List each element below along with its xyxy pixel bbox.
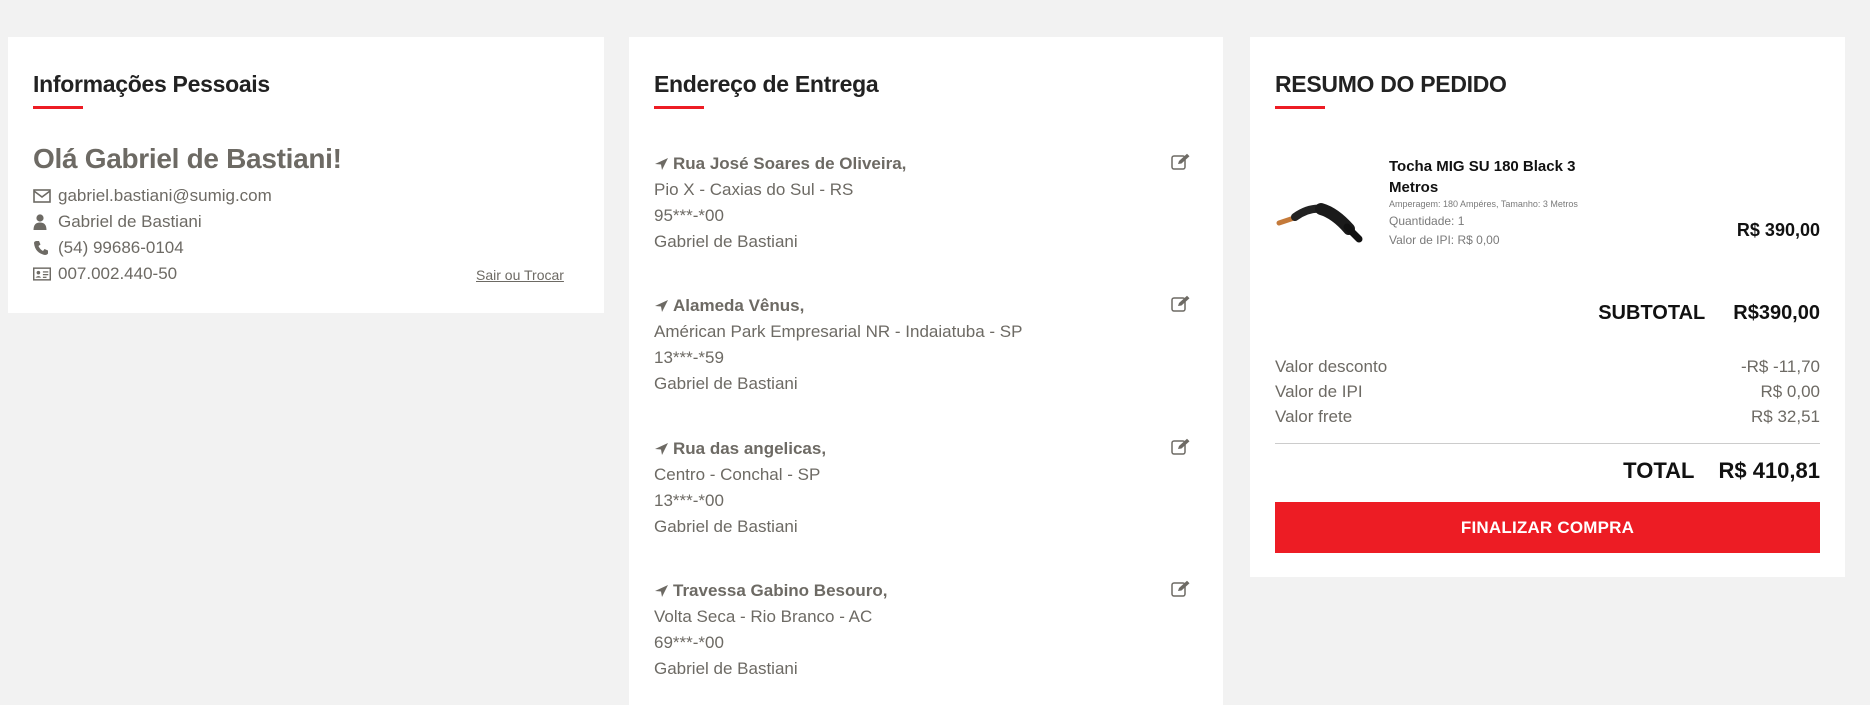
product-image — [1276, 203, 1363, 243]
address-zip: 13***-*00 — [654, 491, 724, 510]
location-arrow-icon — [655, 585, 668, 597]
product-quantity: Quantidade: 1 — [1389, 214, 1465, 228]
document-text: 007.002.440-50 — [58, 264, 178, 283]
title-underline — [33, 106, 83, 109]
address-district: Pio X - Caxias do Sul - RS — [654, 180, 854, 199]
fee-label: Valor frete — [1275, 407, 1353, 426]
phone-row: (54) 99686-0104 — [33, 238, 184, 258]
address-zip: 13***-*59 — [654, 348, 724, 367]
address-recipient: Gabriel de Bastiani — [654, 517, 798, 536]
edit-icon[interactable] — [1171, 580, 1191, 598]
address-street: Travessa Gabino Besouro, — [673, 581, 888, 600]
location-arrow-icon — [655, 300, 668, 312]
location-arrow-icon — [655, 158, 668, 170]
divider — [1275, 443, 1820, 444]
subtotal-label: SUBTOTAL — [1598, 302, 1706, 324]
user-icon — [33, 214, 53, 230]
address-district: Américan Park Empresarial NR - Indaiatub… — [654, 322, 1023, 341]
product-spec: Amperagem: 180 Ampéres, Tamanho: 3 Metro… — [1389, 199, 1578, 209]
edit-icon[interactable] — [1171, 295, 1191, 313]
order-summary-title: RESUMO DO PEDIDO — [1275, 71, 1507, 97]
email-text: gabriel.bastiani@sumig.com — [58, 186, 272, 205]
product-ipi: Valor de IPI: R$ 0,00 — [1389, 233, 1500, 247]
fee-value: R$ 0,00 — [1760, 382, 1820, 401]
address-district: Volta Seca - Rio Branco - AC — [654, 607, 873, 626]
phone-icon — [33, 240, 53, 256]
address-item[interactable]: Rua das angelicas, Centro - Conchal - SP… — [654, 436, 1194, 540]
fee-value: R$ 32,51 — [1751, 407, 1820, 426]
envelope-icon — [33, 188, 53, 204]
subtotal-row: SUBTOTAL R$390,00 — [1598, 302, 1820, 325]
name-text: Gabriel de Bastiani — [58, 212, 202, 231]
edit-icon[interactable] — [1171, 438, 1191, 456]
address-zip: 69***-*00 — [654, 633, 724, 652]
delivery-address-card: Endereço de Entrega Rua José Soares de O… — [629, 37, 1223, 705]
address-street: Rua José Soares de Oliveira, — [673, 154, 907, 173]
total-label: TOTAL — [1623, 458, 1695, 483]
total-row: TOTAL R$ 410,81 — [1623, 458, 1820, 484]
address-zip: 95***-*00 — [654, 206, 724, 225]
address-item[interactable]: Travessa Gabino Besouro, Volta Seca - Ri… — [654, 578, 1194, 682]
location-arrow-icon — [655, 443, 668, 455]
delivery-address-title: Endereço de Entrega — [654, 71, 879, 97]
phone-text: (54) 99686-0104 — [58, 238, 184, 257]
address-recipient: Gabriel de Bastiani — [654, 374, 798, 393]
edit-icon[interactable] — [1171, 153, 1191, 171]
address-item[interactable]: Alameda Vênus, Américan Park Empresarial… — [654, 293, 1194, 397]
title-underline — [654, 106, 704, 109]
title-underline — [1275, 106, 1325, 109]
personal-info-card: Informações Pessoais Olá Gabriel de Bast… — [8, 37, 604, 313]
email-row: gabriel.bastiani@sumig.com — [33, 186, 272, 206]
personal-info-title: Informações Pessoais — [33, 71, 270, 97]
address-item[interactable]: Rua José Soares de Oliveira, Pio X - Cax… — [654, 151, 1194, 255]
product-name[interactable]: Tocha MIG SU 180 Black 3 Metros — [1389, 156, 1619, 198]
fee-label: Valor de IPI — [1275, 382, 1363, 401]
order-summary-card: RESUMO DO PEDIDO Tocha MIG SU 180 Black … — [1250, 37, 1845, 577]
id-card-icon — [33, 266, 53, 282]
discount-row: Valor desconto -R$ -11,70 — [1275, 357, 1820, 377]
address-recipient: Gabriel de Bastiani — [654, 659, 798, 678]
product-price: R$ 390,00 — [1736, 220, 1820, 240]
ipi-row: Valor de IPI R$ 0,00 — [1275, 382, 1820, 402]
address-district: Centro - Conchal - SP — [654, 465, 821, 484]
address-recipient: Gabriel de Bastiani — [654, 232, 798, 251]
total-value: R$ 410,81 — [1718, 458, 1820, 483]
name-row: Gabriel de Bastiani — [33, 212, 202, 232]
document-row: 007.002.440-50 — [33, 264, 177, 284]
fee-label: Valor desconto — [1275, 357, 1388, 376]
fee-value: -R$ -11,70 — [1740, 357, 1820, 376]
subtotal-value: R$390,00 — [1733, 302, 1820, 324]
address-street: Alameda Vênus, — [673, 296, 805, 315]
shipping-row: Valor frete R$ 32,51 — [1275, 407, 1820, 427]
logout-link[interactable]: Sair ou Trocar — [476, 267, 564, 283]
greeting: Olá Gabriel de Bastiani! — [33, 143, 342, 174]
finish-purchase-button[interactable]: FINALIZAR COMPRA — [1275, 502, 1820, 553]
address-street: Rua das angelicas, — [673, 439, 827, 458]
